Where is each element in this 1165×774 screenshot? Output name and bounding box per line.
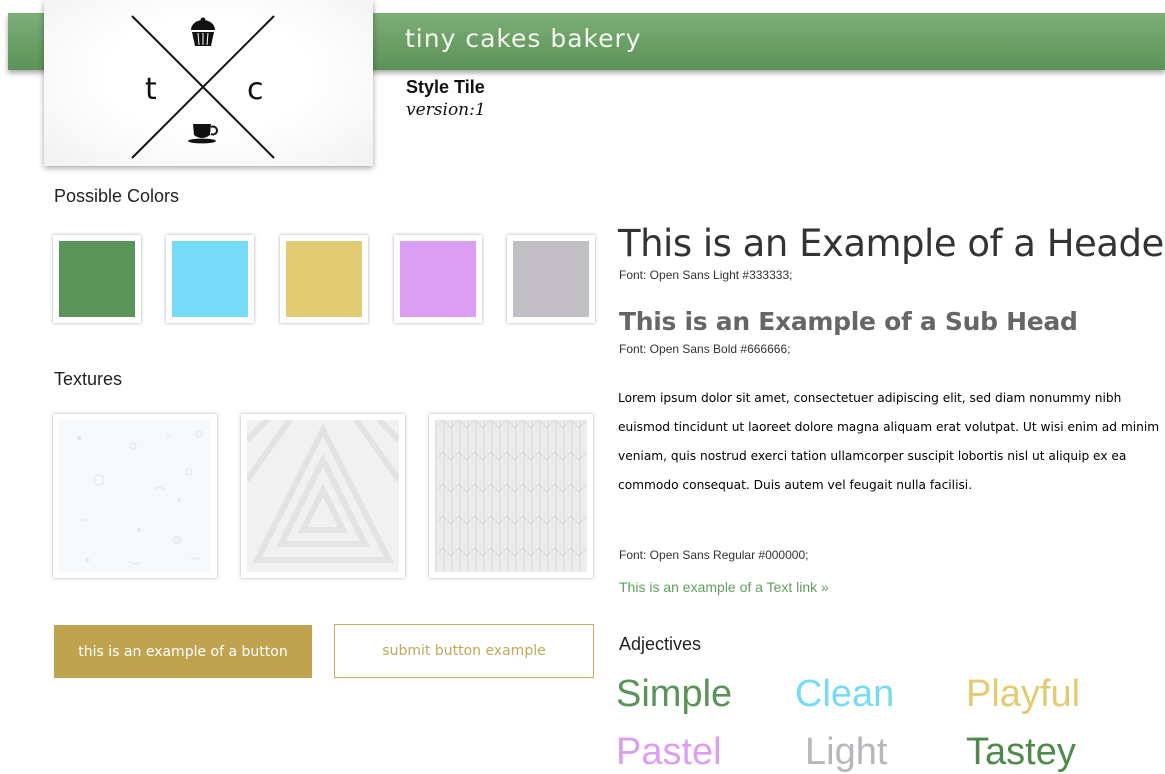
texture-knit [429, 414, 593, 578]
swatch-fill [172, 241, 248, 317]
texture-chevron-triangles [241, 414, 405, 578]
color-swatch-3 [280, 235, 368, 323]
example-subhead: This is an Example of a Sub Head [619, 307, 1078, 336]
triangle-texture-icon [247, 420, 399, 572]
coffee-cup-icon [188, 124, 218, 144]
color-swatch-5 [507, 235, 595, 323]
tile-title: Style Tile [406, 77, 485, 97]
tile-version: version:1 [406, 100, 486, 120]
color-swatch-1 [53, 235, 141, 323]
subhead-font-note: Font: Open Sans Bold #666666; [619, 342, 791, 356]
color-swatch-2 [166, 235, 254, 323]
example-button[interactable]: this is an example of a button [54, 625, 312, 678]
brand-name: tiny cakes bakery [405, 24, 642, 53]
example-header: This is an Example of a Header [618, 222, 1165, 265]
swatch-fill [400, 241, 476, 317]
submit-button[interactable]: submit button example [334, 624, 594, 678]
logo: t c [44, 0, 373, 166]
logo-letter-c: c [247, 72, 264, 107]
adjective-light: Light [805, 731, 888, 773]
swatch-fill [513, 241, 589, 317]
logo-letter-t: t [145, 72, 157, 107]
swatch-fill [59, 241, 135, 317]
colors-label: Possible Colors [54, 186, 180, 206]
header-font-note: Font: Open Sans Light #333333; [619, 268, 793, 282]
example-text-link[interactable]: This is an example of a Text link » [619, 579, 829, 595]
adjective-tastey: Tastey [966, 731, 1076, 773]
adjectives-label: Adjectives [619, 634, 702, 654]
adjective-simple: Simple [616, 673, 733, 715]
adjective-playful: Playful [966, 673, 1081, 715]
adjective-pastel: Pastel [616, 731, 722, 773]
body-copy: Lorem ipsum dolor sit amet, consectetuer… [618, 391, 1160, 492]
swatch-fill [286, 241, 362, 317]
color-swatch-4 [394, 235, 482, 323]
texture-confetti [53, 414, 217, 578]
knit-texture-icon [435, 420, 587, 572]
confetti-texture-icon [59, 420, 211, 572]
body-font-note: Font: Open Sans Regular #000000; [619, 548, 809, 562]
cupcake-icon [191, 17, 215, 46]
textures-label: Textures [54, 369, 123, 389]
adjective-clean: Clean [795, 673, 895, 715]
logo-mark-icon: t c [131, 15, 275, 159]
